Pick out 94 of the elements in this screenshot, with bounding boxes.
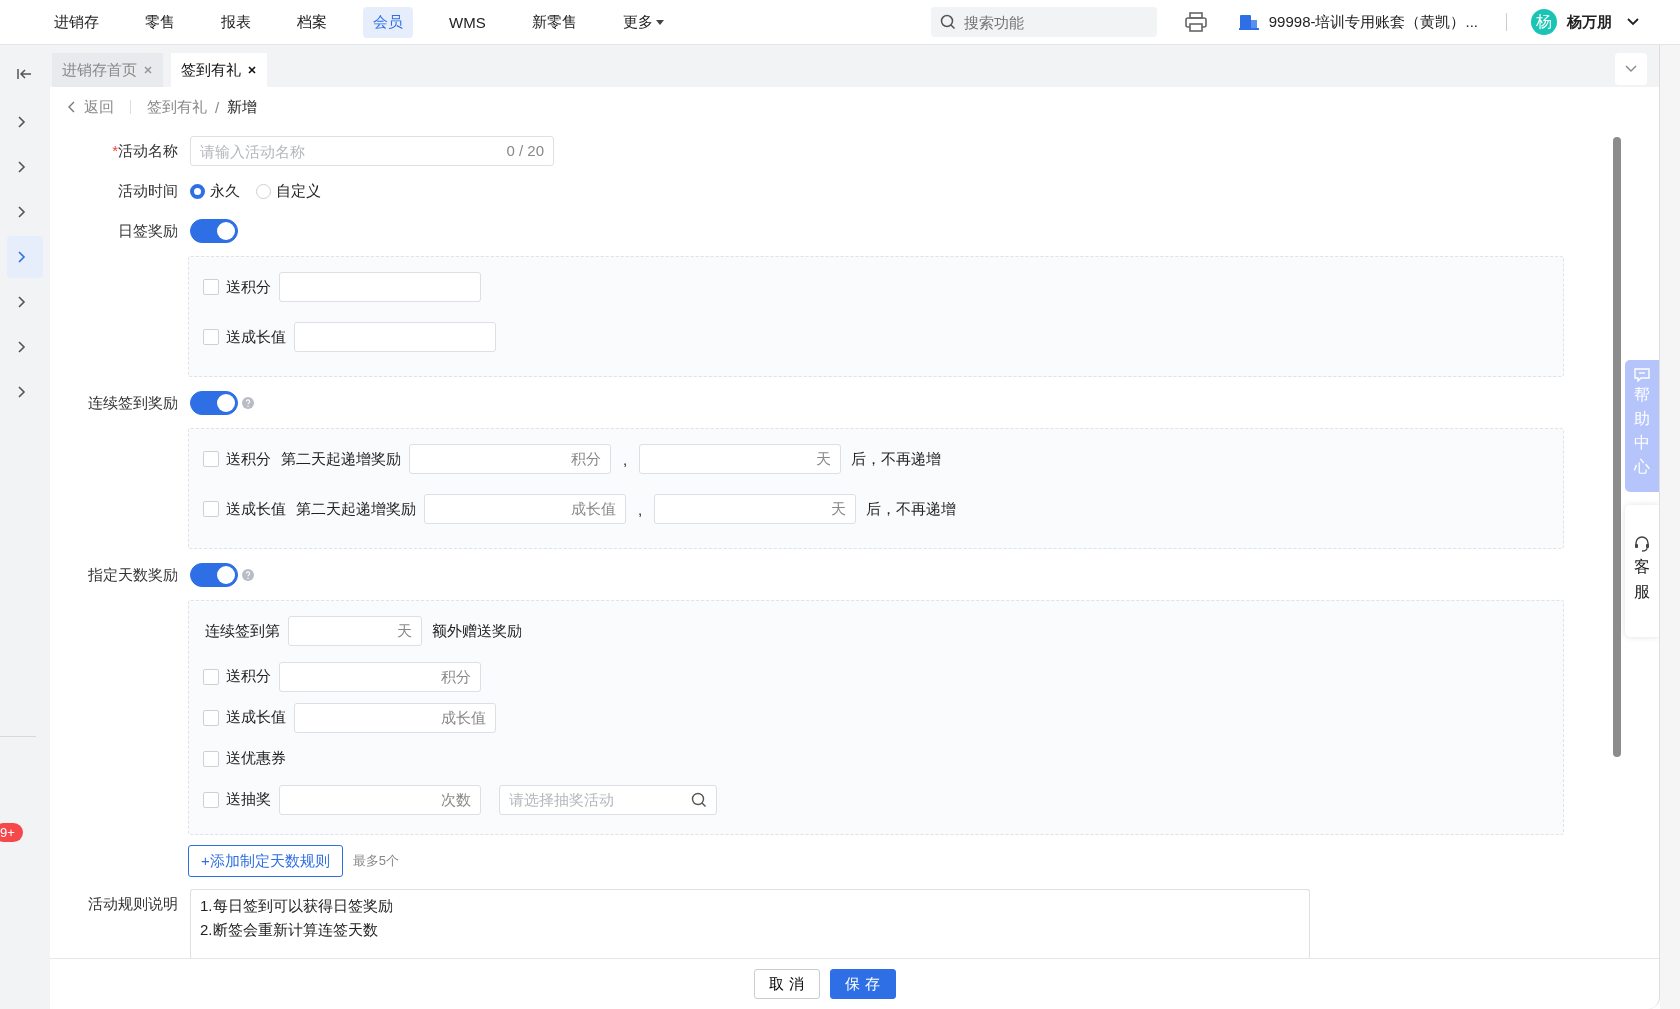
nav-tab[interactable]: 报表: [211, 6, 261, 38]
limit-note: 最多5个: [352, 852, 399, 870]
collapse-icon[interactable]: [17, 67, 33, 81]
notification-badge[interactable]: 9+: [0, 823, 23, 842]
cancel-button[interactable]: 取 消: [753, 969, 820, 999]
character-counter: 0 / 20: [506, 142, 544, 160]
input-field[interactable]: [639, 444, 842, 474]
unit-label: 积分: [571, 450, 601, 468]
row-label: 第二天起递增奖励: [296, 499, 416, 519]
field-label: 日签奖励: [117, 221, 179, 241]
close-icon[interactable]: [247, 65, 257, 75]
checkbox[interactable]: 送成长值: [203, 708, 286, 727]
breadcrumb-item: 新增: [227, 97, 258, 117]
separator-comma: ,: [623, 450, 628, 468]
checkbox[interactable]: 送抽奖: [203, 790, 271, 809]
radio-option[interactable]: 永久: [190, 181, 240, 201]
checkbox[interactable]: 送成长值: [203, 499, 286, 519]
help-icon[interactable]: [242, 569, 254, 581]
toggle-switch[interactable]: [190, 391, 238, 415]
checkbox[interactable]: 送积分: [203, 667, 271, 686]
tab-menu-button[interactable]: [1615, 53, 1647, 85]
row-suffix: 后，不再递增: [866, 499, 957, 519]
search-icon: [691, 791, 707, 808]
unit-label: 成长值: [571, 500, 616, 518]
more-menu[interactable]: 更多: [612, 6, 674, 38]
user-name[interactable]: 杨万朋: [1567, 12, 1612, 32]
back-link[interactable]: 返回: [84, 97, 114, 117]
unit-label: 天: [831, 500, 847, 518]
nav-tab[interactable]: 会员: [363, 6, 413, 38]
customer-service-button[interactable]: 客服: [1625, 505, 1659, 637]
account-name[interactable]: 99998-培训专用账套（黄凯）...: [1268, 12, 1478, 32]
nav-tab[interactable]: 进销存: [44, 6, 109, 38]
add-rule-button[interactable]: +添加制定天数规则: [188, 845, 343, 877]
breadcrumb-separator: /: [215, 98, 220, 116]
unit-label: 积分: [441, 667, 471, 686]
row-label: 第二天起递增奖励: [281, 449, 401, 469]
field-label: 活动时间: [117, 181, 179, 201]
separator-comma: ,: [638, 500, 643, 518]
chevron-right-icon: [17, 205, 27, 219]
radio-option[interactable]: 自定义: [256, 181, 321, 201]
field-label: 连续签到奖励: [87, 393, 179, 413]
nav-tab[interactable]: WMS: [439, 7, 496, 37]
unit-label: 次数: [441, 790, 471, 809]
chevron-right-icon: [17, 160, 27, 174]
input-field[interactable]: [654, 494, 857, 524]
breadcrumb-item[interactable]: 签到有礼: [147, 97, 207, 117]
chevron-right-icon: [17, 340, 27, 354]
input-field[interactable]: [409, 444, 611, 474]
chevron-left-icon[interactable]: [68, 101, 76, 113]
rules-textarea[interactable]: 1.每日签到可以获得日签奖励 2.断签会重新计算连签天数: [190, 889, 1310, 958]
row-suffix: 后，不再递增: [851, 449, 942, 469]
building-icon: [1238, 13, 1259, 31]
chevron-down-icon[interactable]: [1626, 17, 1640, 27]
row-suffix: 额外赠送奖励: [432, 621, 522, 641]
chevron-right-icon: [17, 295, 27, 309]
input-field[interactable]: [294, 702, 496, 733]
nav-tab[interactable]: 档案: [287, 6, 337, 38]
page-tab[interactable]: 签到有礼: [171, 53, 267, 87]
unit-label: 天: [397, 622, 412, 640]
chevron-down-icon: [1625, 65, 1637, 73]
search-field[interactable]: 搜索功能: [930, 7, 1157, 37]
checkbox[interactable]: 送成长值: [203, 327, 286, 347]
chevron-right-icon: [17, 115, 27, 129]
checkbox[interactable]: 送优惠券: [203, 749, 286, 768]
field-label: 活动名称: [118, 141, 178, 159]
printer-icon[interactable]: [1184, 12, 1207, 32]
caret-icon: [655, 19, 664, 25]
chevron-right-icon: [17, 250, 27, 264]
chevron-right-icon: [17, 385, 27, 399]
toggle-switch[interactable]: [190, 563, 238, 587]
nav-tab[interactable]: 零售: [135, 6, 185, 38]
nav-tab[interactable]: 新零售: [521, 6, 587, 38]
sidebar-item[interactable]: [7, 236, 43, 278]
search-icon: [939, 14, 956, 30]
lottery-select[interactable]: 请选择抽奖活动: [499, 784, 717, 815]
field-label: 活动规则说明: [87, 894, 179, 914]
input-field[interactable]: [279, 661, 481, 692]
save-button[interactable]: 保 存: [829, 969, 896, 999]
input-field[interactable]: [279, 784, 481, 815]
headset-icon: [1633, 535, 1651, 553]
help-icon[interactable]: [242, 397, 254, 409]
checkbox[interactable]: 送积分: [203, 449, 271, 469]
unit-label: 天: [816, 450, 832, 468]
chat-icon: [1634, 368, 1650, 382]
row-label: 连续签到第: [205, 621, 280, 641]
input-field[interactable]: [288, 616, 422, 646]
field-label: 指定天数奖励: [87, 565, 179, 585]
input-field[interactable]: [294, 322, 496, 352]
required-mark: *: [112, 141, 118, 159]
input-field[interactable]: [424, 494, 626, 524]
toggle-switch[interactable]: [190, 219, 238, 243]
unit-label: 成长值: [441, 708, 486, 727]
checkbox[interactable]: 送积分: [203, 277, 271, 297]
input-field[interactable]: [279, 272, 481, 302]
